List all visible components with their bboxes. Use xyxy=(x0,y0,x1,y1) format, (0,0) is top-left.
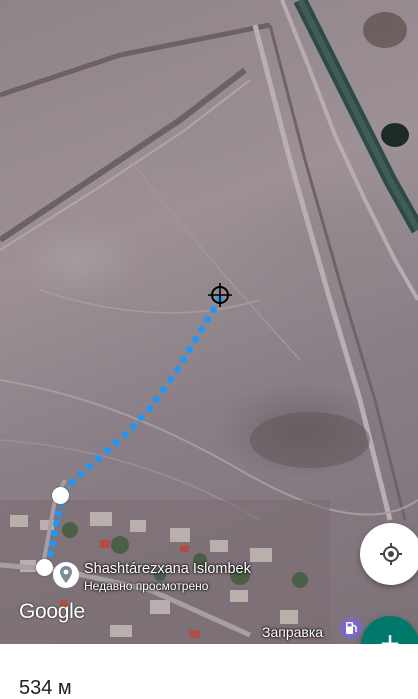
route-dot xyxy=(153,396,160,403)
route-dot xyxy=(47,550,54,557)
route-dot xyxy=(146,405,153,412)
route-dot xyxy=(138,414,145,421)
route-waypoint[interactable] xyxy=(52,487,69,504)
route-dot xyxy=(192,336,199,343)
route-start-point[interactable] xyxy=(36,559,53,576)
route-dot xyxy=(95,455,102,462)
route-dot xyxy=(77,471,84,478)
poi-label[interactable]: Заправка xyxy=(262,624,323,640)
place-subtitle: Недавно просмотрено xyxy=(84,579,209,593)
route-dot xyxy=(167,376,174,383)
google-logo: Google xyxy=(19,600,85,623)
route-dot xyxy=(53,520,60,527)
measure-crosshair-icon[interactable] xyxy=(208,283,232,307)
distance-readout: 534 м xyxy=(19,677,72,699)
place-name[interactable]: Shashtárezxana Islombek xyxy=(84,561,251,578)
route-dot xyxy=(51,530,58,537)
my-location-icon xyxy=(380,543,402,565)
gas-station-icon[interactable] xyxy=(339,616,363,640)
route-dot xyxy=(160,386,167,393)
route-dot xyxy=(69,479,76,486)
route-dot xyxy=(130,423,137,430)
route-dot xyxy=(122,431,129,438)
route-dot xyxy=(55,510,62,517)
route-dot xyxy=(104,447,111,454)
route-dot xyxy=(180,356,187,363)
route-dot xyxy=(210,306,217,313)
route-dot xyxy=(186,346,193,353)
route-dot xyxy=(174,366,181,373)
location-pin-icon[interactable] xyxy=(52,561,80,589)
route-dot xyxy=(86,463,93,470)
route-dot xyxy=(113,439,120,446)
route-dot xyxy=(204,316,211,323)
route-dot xyxy=(49,540,56,547)
route-dot xyxy=(198,326,205,333)
satellite-map[interactable]: Shashtárezxana Islombek Недавно просмотр… xyxy=(0,0,418,644)
my-location-button[interactable] xyxy=(360,523,418,585)
